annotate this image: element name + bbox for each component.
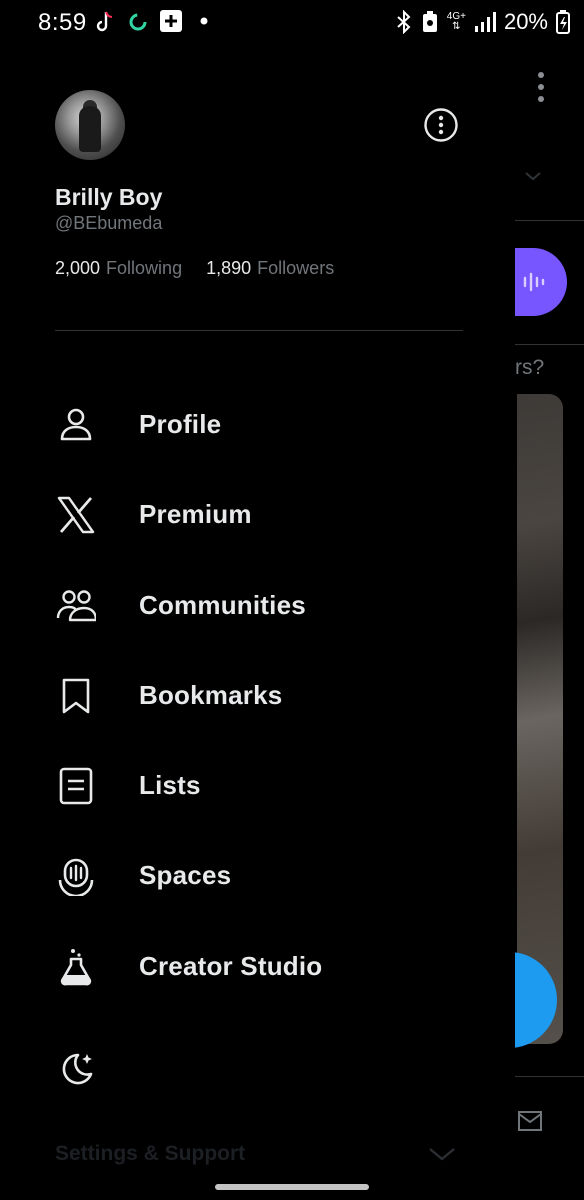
- spaces-icon: [58, 859, 94, 897]
- status-bar: 8:59 4G+ ⇅ 20%: [0, 0, 584, 44]
- more-options-icon: [538, 72, 546, 108]
- divider: [55, 330, 463, 331]
- menu-item-lists[interactable]: Lists: [0, 741, 515, 831]
- menu-item-bookmarks[interactable]: Bookmarks: [0, 651, 515, 741]
- followers-count: 1,890: [206, 258, 252, 278]
- menu-label: Communities: [139, 589, 306, 620]
- divider: [515, 220, 584, 221]
- menu-item-premium[interactable]: Premium: [0, 470, 515, 560]
- account-options-button[interactable]: [423, 107, 459, 143]
- communities-icon: [56, 589, 96, 621]
- menu-item-creator-studio[interactable]: Creator Studio: [0, 922, 515, 1012]
- network-type: 4G+ ⇅: [446, 11, 466, 32]
- battery-percent: 20%: [503, 9, 548, 34]
- audio-wave-icon: [523, 272, 545, 292]
- list-icon: [59, 767, 93, 805]
- bookmark-icon: [62, 678, 90, 714]
- following-label: Following: [106, 258, 183, 278]
- follow-stats: 2,000 Following 1,890 Followers: [55, 258, 334, 279]
- status-icons: 4G+ ⇅ 20%: [395, 8, 570, 36]
- sync-icon: [129, 13, 147, 31]
- menu-item-profile[interactable]: Profile: [0, 380, 515, 470]
- messages-icon: [518, 1111, 542, 1131]
- followers-link[interactable]: 1,890 Followers: [206, 258, 334, 278]
- following-link[interactable]: 2,000 Following: [55, 258, 187, 278]
- menu-item-communities[interactable]: Communities: [0, 561, 515, 651]
- chevron-down-icon: [525, 172, 541, 181]
- settings-support-label: Settings & Support: [55, 1142, 246, 1165]
- spaces-pill: [511, 248, 567, 316]
- user-handle: @BEbumeda: [55, 213, 163, 233]
- menu-label: Bookmarks: [139, 679, 283, 710]
- followers-label: Followers: [257, 258, 335, 278]
- data-arrows-icon: ⇅: [452, 21, 461, 32]
- following-count: 2,000: [55, 258, 101, 278]
- menu-item-spaces[interactable]: Spaces: [0, 831, 515, 921]
- settings-support-row[interactable]: Settings & Support: [55, 1140, 460, 1170]
- drawer-menu: Profile Premium Communities Bookmarks Li…: [0, 380, 515, 1012]
- display-mode-button[interactable]: [56, 1050, 96, 1090]
- menu-label: Spaces: [139, 860, 232, 891]
- divider: [515, 344, 584, 345]
- avatar[interactable]: [55, 90, 125, 160]
- menu-label: Profile: [139, 409, 222, 439]
- background-timeline: rs?: [503, 44, 584, 1200]
- partial-text: rs?: [515, 356, 545, 379]
- side-drawer: Brilly Boy @BEbumeda 2,000 Following 1,89…: [0, 44, 515, 1200]
- status-time: 8:59: [38, 9, 87, 36]
- battery-saver-icon: [422, 11, 437, 32]
- tiktok-icon: [96, 11, 113, 32]
- menu-label: Lists: [139, 770, 201, 801]
- x-logo-icon: [57, 497, 95, 534]
- app-screen: 8:59 4G+ ⇅ 20% rs? Brilly Boy @BEbumeda …: [0, 0, 584, 1200]
- home-indicator[interactable]: [215, 1184, 369, 1190]
- display-name[interactable]: Brilly Boy: [55, 184, 162, 211]
- signal-icon: [474, 12, 496, 32]
- post-image: [517, 394, 563, 1044]
- add-box-icon: [160, 10, 182, 32]
- menu-label: Creator Studio: [139, 950, 323, 981]
- notification-dot-icon: [200, 17, 208, 25]
- flask-icon: [60, 948, 92, 986]
- bluetooth-icon: [397, 10, 411, 34]
- menu-label: Premium: [139, 499, 252, 530]
- person-icon: [60, 408, 92, 441]
- battery-charging-icon: [556, 10, 570, 34]
- divider: [515, 1076, 584, 1077]
- chevron-down-icon: [429, 1148, 455, 1161]
